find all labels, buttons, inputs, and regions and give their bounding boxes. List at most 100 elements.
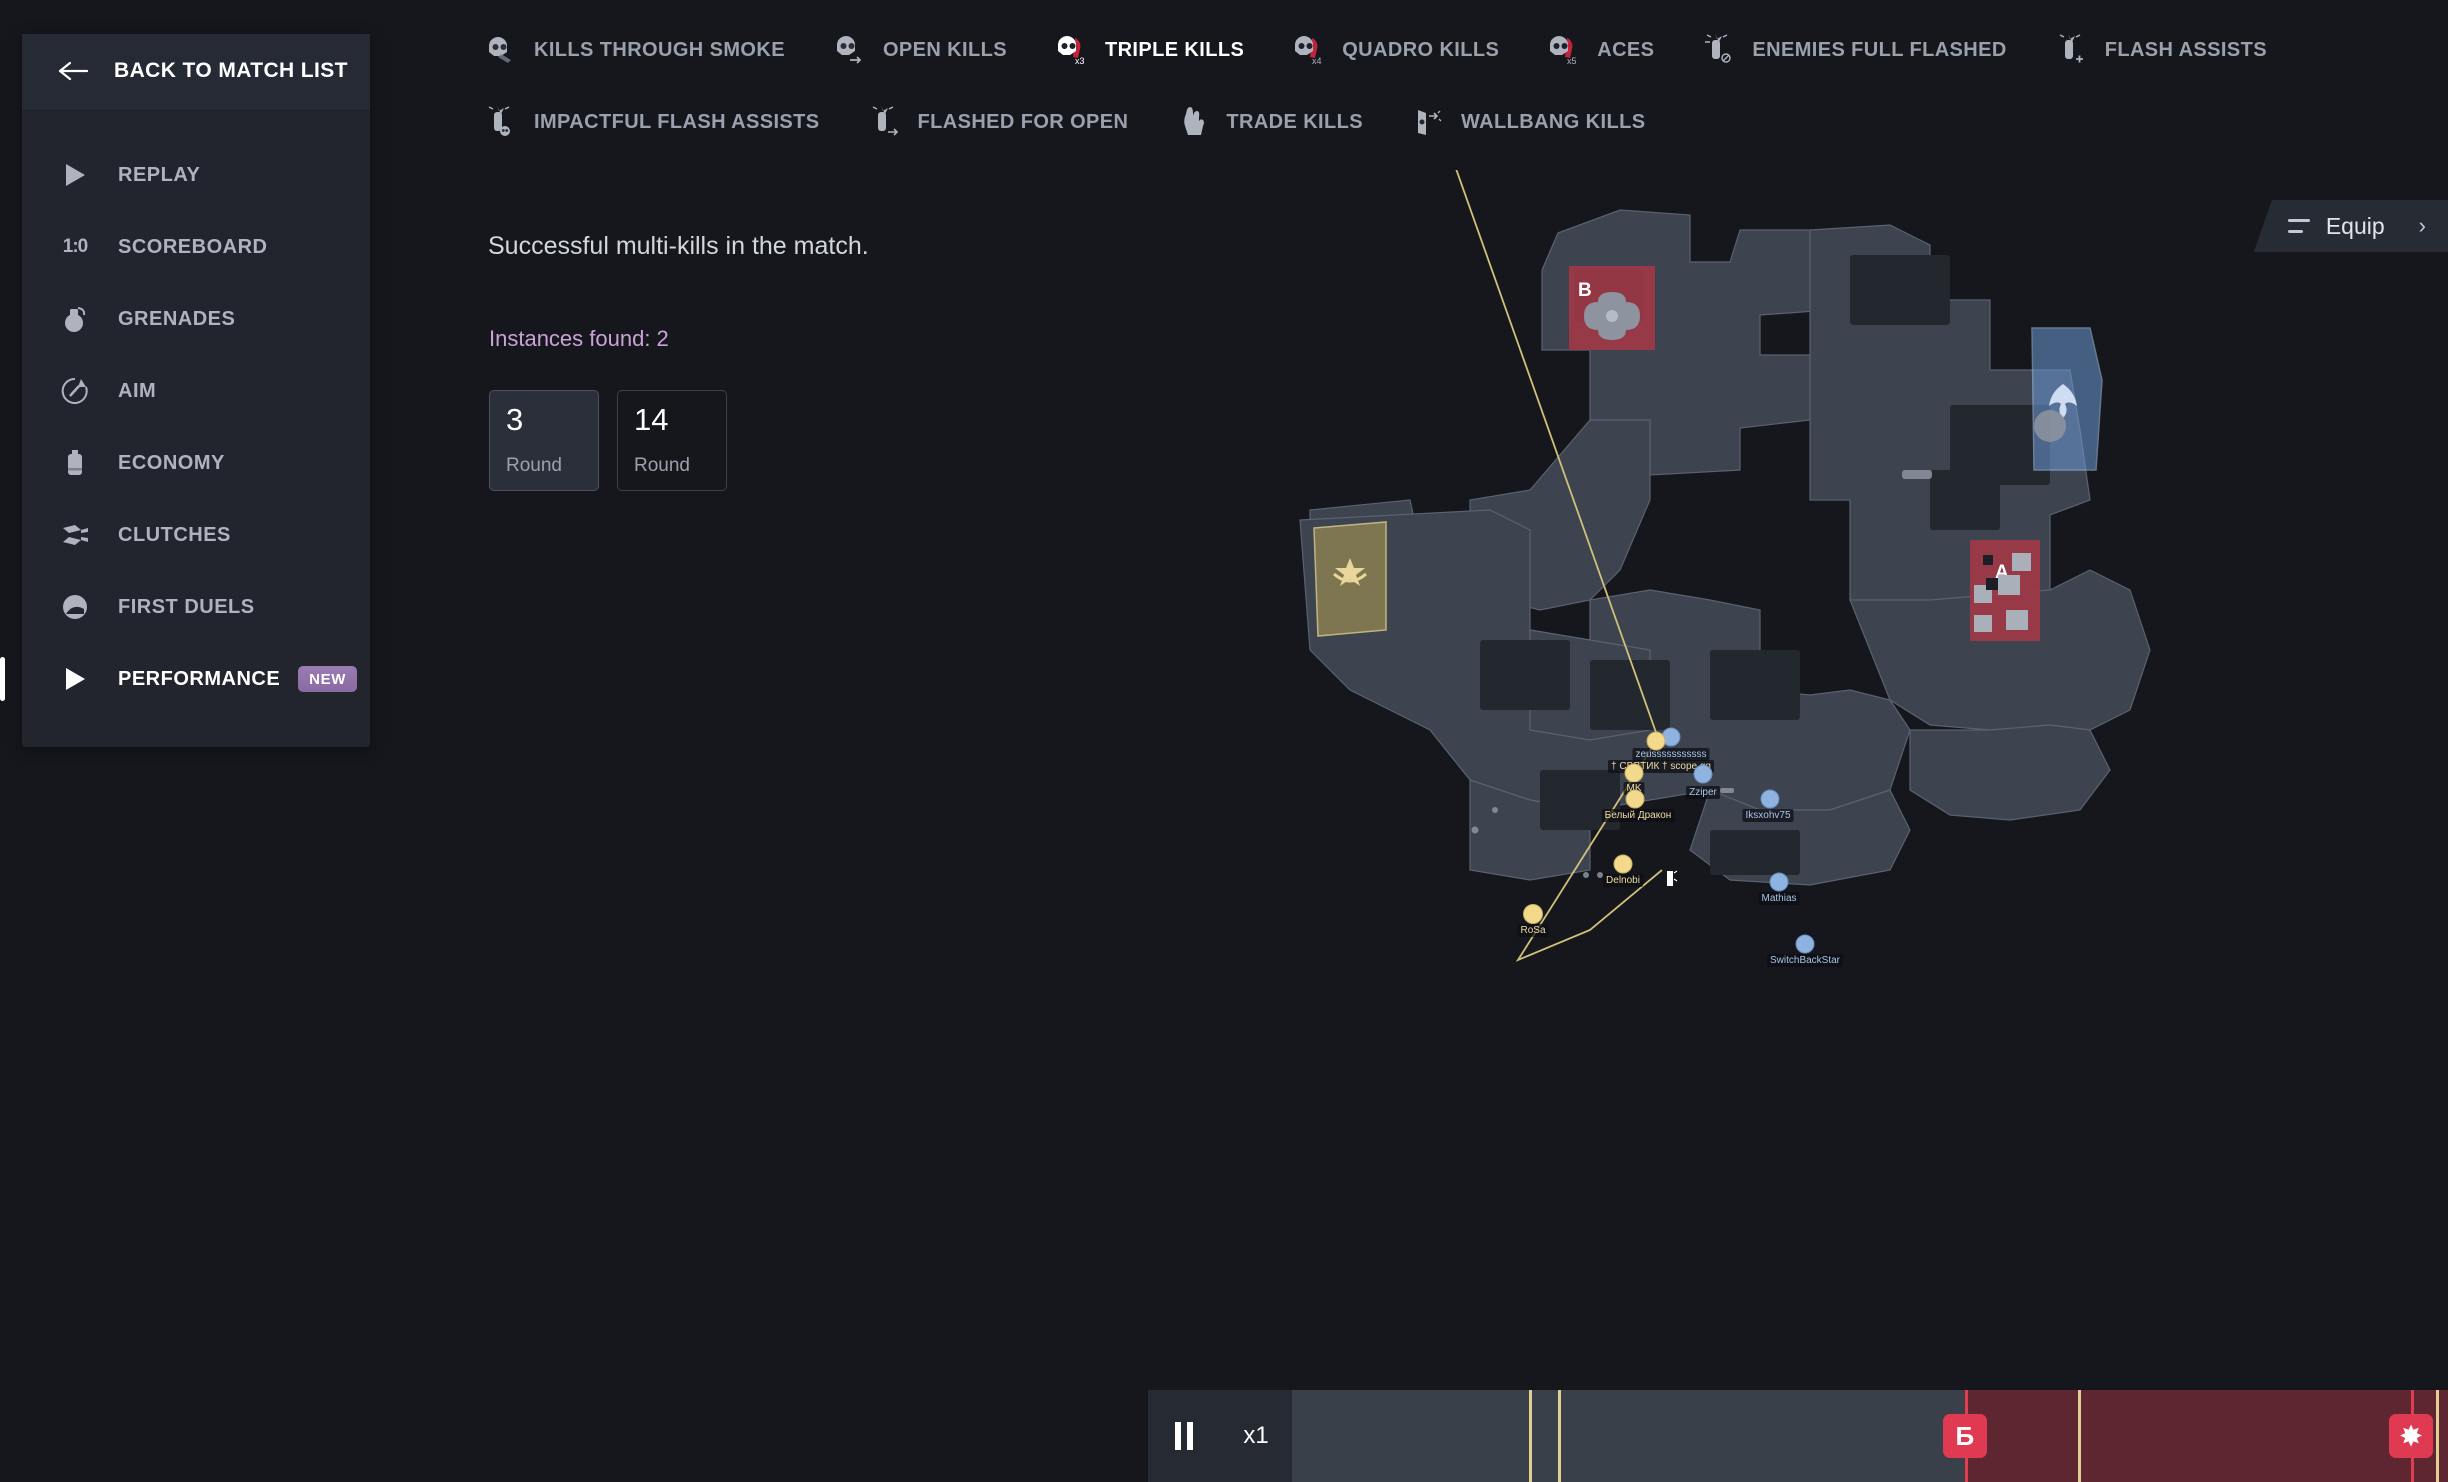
playback-speed-label: x1 (1243, 1422, 1269, 1449)
smoke-canister-icon (58, 446, 92, 480)
svg-text:B: B (1578, 280, 1592, 301)
tab-label: FLASHED FOR OPEN (917, 110, 1129, 133)
round-caption: Round (634, 455, 690, 476)
sidebar-item-label: AIM (118, 379, 157, 402)
arrow-left-icon (58, 60, 88, 82)
player-marker[interactable] (1760, 789, 1780, 809)
tab-flash-assists[interactable]: FLASH ASSISTS (2051, 26, 2267, 74)
round-card[interactable]: 3 Round (489, 390, 599, 491)
tab-aces[interactable]: x5 ACES (1543, 26, 1654, 74)
flashbang-blind-icon (1698, 30, 1738, 70)
grenade-icon (58, 302, 92, 336)
stat-category-tabs: KILLS THROUGH SMOKE OPEN KILLS x3 TRIPLE… (480, 0, 2448, 170)
sidebar-item-label: SCOREBOARD (118, 235, 268, 258)
tab-label: ACES (1597, 38, 1655, 61)
sidebar-item-aim[interactable]: AIM (22, 355, 370, 427)
player-marker[interactable] (1646, 731, 1666, 751)
timeline-segment-pre-plant (1292, 1390, 1965, 1482)
ct-spawn-icon (2031, 327, 2103, 471)
sidebar-item-label: FIRST DUELS (118, 595, 255, 618)
tab-label: TRIPLE KILLS (1104, 38, 1245, 61)
sidebar-item-replay[interactable]: REPLAY (22, 139, 370, 211)
tab-open-kills[interactable]: OPEN KILLS (829, 26, 1007, 74)
sidebar-item-clutches[interactable]: CLUTCHES (22, 499, 370, 571)
sidebar-nav: REPLAY 1:0 SCOREBOARD GRENADES AIM ECONO… (0, 109, 370, 715)
flashbang-arrow-icon (864, 102, 904, 142)
skull-arrow-icon (829, 30, 869, 70)
chevron-right-icon: › (2418, 213, 2426, 238)
app-root: BACK TO MATCH LIST REPLAY 1:0 SCOREBOARD (0, 0, 2448, 1482)
status-badge: NEW (298, 666, 357, 692)
tab-enemies-full-flashed[interactable]: ENEMIES FULL FLASHED (1698, 26, 2006, 74)
player-marker[interactable] (1624, 763, 1644, 783)
tab-quadro-kills[interactable]: x4 QUADRO KILLS (1288, 26, 1499, 74)
pause-icon (1175, 1422, 1181, 1450)
sidebar: BACK TO MATCH LIST REPLAY 1:0 SCOREBOARD (0, 34, 370, 747)
player-cursor-icon (1662, 870, 1678, 895)
round-card[interactable]: 14 Round (617, 390, 727, 491)
pause-icon (1187, 1422, 1193, 1450)
bombsite-b: B (1569, 266, 1655, 350)
timeline-track[interactable]: Б ✸ (1292, 1390, 2448, 1482)
sidebar-item-label: ECONOMY (118, 451, 225, 474)
bombsite-a: A (1970, 540, 2040, 641)
svg-text:x4: x4 (1312, 56, 1322, 66)
player-marker[interactable] (1795, 934, 1815, 954)
replay-timeline: x1 Б ✸ (1148, 1390, 2448, 1482)
knives-icon (58, 518, 92, 552)
tab-label: QUADRO KILLS (1342, 38, 1500, 61)
first-duel-icon (58, 590, 92, 624)
skull-x3-icon: x3 (1051, 30, 1091, 70)
tab-label: IMPACTFUL FLASH ASSISTS (534, 110, 820, 133)
sidebar-item-scoreboard[interactable]: 1:0 SCOREBOARD (22, 211, 370, 283)
bomb-planted-icon[interactable]: Б (1942, 1414, 1987, 1458)
timeline-tick (2078, 1390, 2082, 1482)
tab-wallbang-kills[interactable]: WALLBANG KILLS (1407, 98, 1645, 146)
tab-impactful-flash-assists[interactable]: IMPACTFUL FLASH ASSISTS (480, 98, 820, 146)
sidebar-item-first-duels[interactable]: FIRST DUELS (22, 571, 370, 643)
round-caption: Round (506, 455, 562, 476)
map-radar[interactable]: B A zeusssssssssss † СВЯТИК † scope.gg Z… (1290, 170, 2290, 1120)
wall-penetration-icon (1407, 102, 1447, 142)
tab-triple-kills[interactable]: x3 TRIPLE KILLS (1051, 26, 1244, 74)
tab-label: TRADE KILLS (1226, 110, 1363, 133)
aim-crosshair-icon (58, 374, 92, 408)
player-marker[interactable] (1613, 854, 1633, 874)
sidebar-item-economy[interactable]: ECONOMY (22, 427, 370, 499)
sidebar-item-label: GRENADES (118, 307, 236, 330)
scoreboard-glyph: 1:0 (62, 236, 88, 257)
sidebar-item-grenades[interactable]: GRENADES (22, 283, 370, 355)
tab-trade-kills[interactable]: TRADE KILLS (1172, 98, 1363, 146)
timeline-tick (2436, 1390, 2440, 1482)
player-marker[interactable] (1693, 764, 1713, 784)
map-geometry: B A (1299, 170, 2151, 962)
player-marker[interactable] (1625, 789, 1645, 809)
t-spawn-icon (1313, 521, 1387, 637)
sidebar-item-performance[interactable]: PERFORMANCE NEW (0, 643, 370, 715)
skull-smoke-icon (480, 30, 520, 70)
page-description: Successful multi-kills in the match. (488, 232, 869, 260)
player-marker[interactable] (1523, 904, 1543, 924)
playback-speed-button[interactable]: x1 (1220, 1390, 1292, 1482)
round-number: 3 (506, 402, 524, 437)
round-number: 14 (634, 402, 669, 437)
pause-button[interactable] (1148, 1390, 1220, 1482)
player-marker[interactable] (1769, 872, 1789, 892)
tab-label: KILLS THROUGH SMOKE (534, 38, 785, 61)
tab-label: FLASH ASSISTS (2104, 38, 2267, 61)
bomb-exploded-icon[interactable]: ✸ (2389, 1414, 2433, 1458)
back-to-match-list-button[interactable]: BACK TO MATCH LIST (22, 34, 370, 109)
play-icon (58, 158, 92, 192)
timeline-tick (1528, 1390, 1532, 1482)
sidebar-item-label: PERFORMANCE (118, 667, 281, 690)
tab-flashed-for-open[interactable]: FLASHED FOR OPEN (864, 98, 1129, 146)
timeline-tick (1557, 1390, 1561, 1482)
svg-text:x3: x3 (1075, 56, 1085, 66)
scoreboard-icon: 1:0 (58, 230, 92, 264)
sidebar-item-label: REPLAY (118, 163, 201, 186)
flashbang-skull-icon (480, 102, 520, 142)
hamburger-lines-icon (2287, 219, 2310, 233)
tab-kills-through-smoke[interactable]: KILLS THROUGH SMOKE (480, 26, 785, 74)
timeline-segment-post-plant (1964, 1390, 2448, 1482)
play-icon (58, 662, 92, 696)
